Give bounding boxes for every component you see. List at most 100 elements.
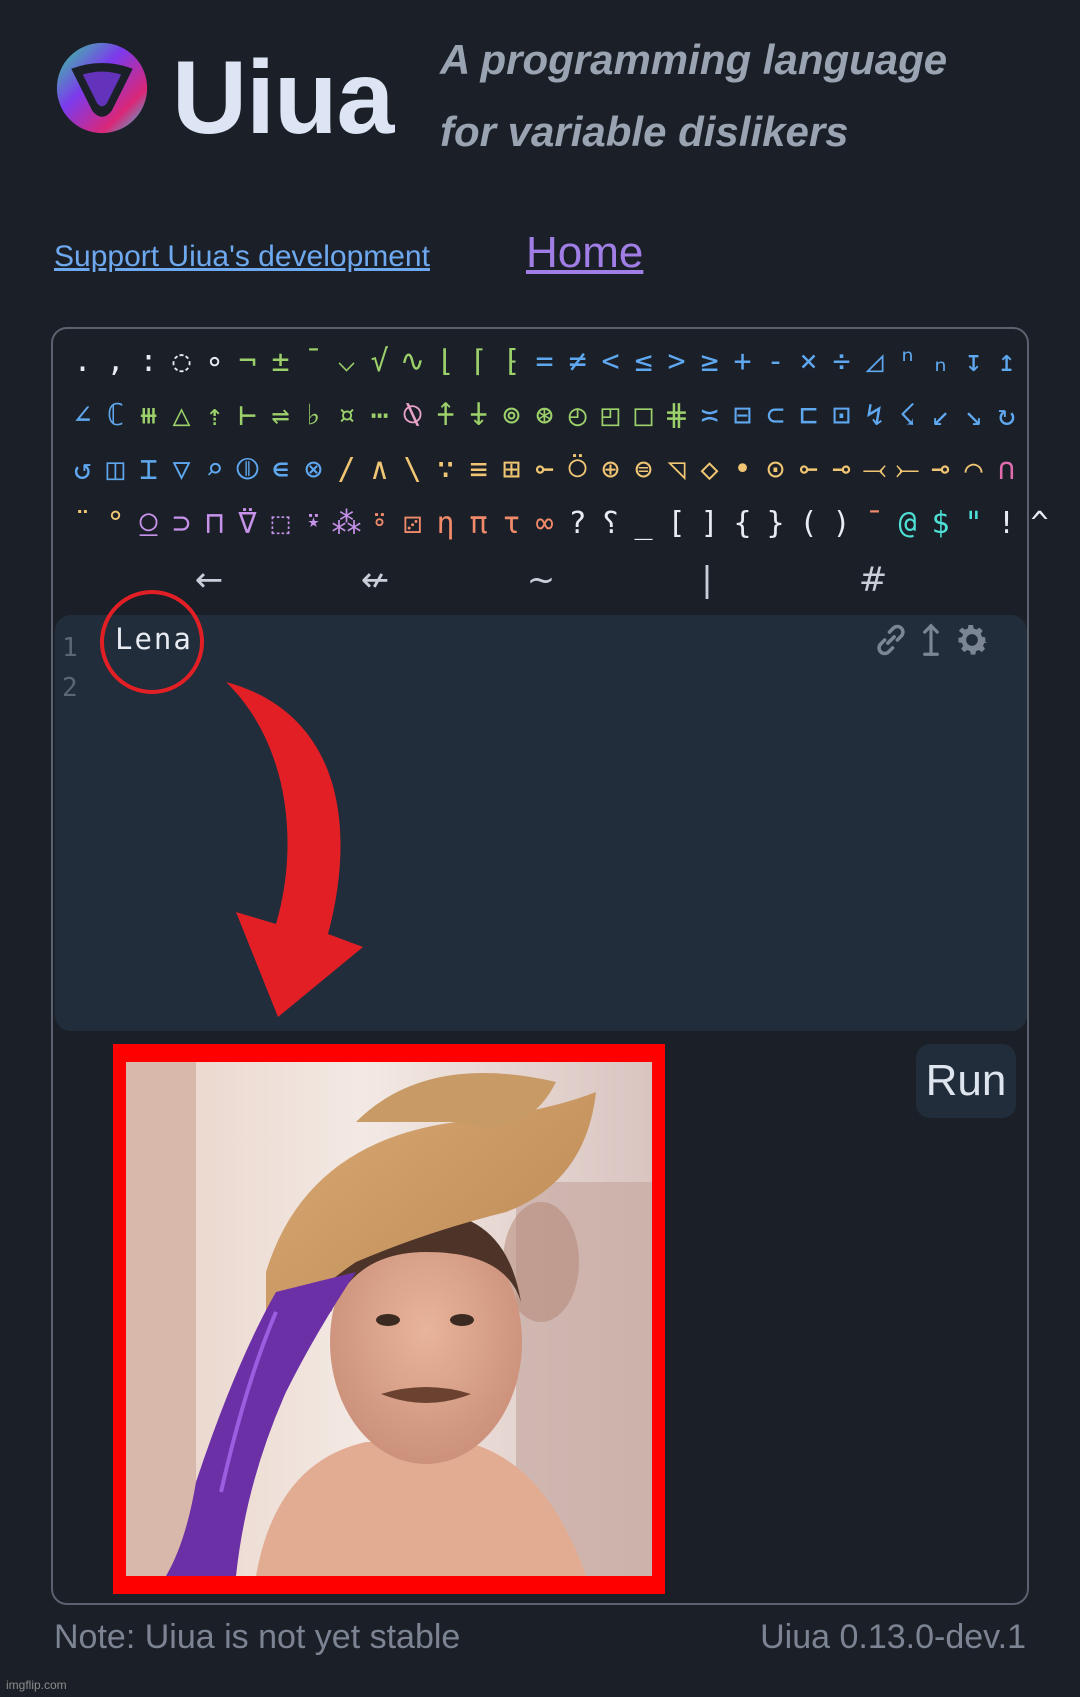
glyph-button[interactable]: τ [495, 504, 528, 544]
glyph-button[interactable]: ÷ [825, 342, 858, 382]
glyph-button[interactable]: ◇ [693, 450, 726, 490]
glyph-button[interactable]: ^ [1023, 504, 1056, 544]
glyph-button[interactable]: ⇡ [198, 396, 231, 436]
glyph-button[interactable]: ( [792, 504, 825, 544]
glyph-button[interactable]: ⊓ [198, 504, 231, 544]
glyph-button[interactable]: ∿ [396, 342, 429, 382]
glyph-button[interactable]: ¯ [297, 342, 330, 382]
run-button[interactable]: Run [916, 1044, 1016, 1118]
glyph-button[interactable]: ⌈ [462, 342, 495, 382]
glyph-button[interactable]: ⟜ [792, 450, 825, 490]
glyph-button[interactable]: ⬚ [264, 504, 297, 544]
glyph-button[interactable]: . [66, 342, 99, 382]
code-editor[interactable] [55, 615, 1027, 1031]
glyph-button[interactable]: ∘ [198, 342, 231, 382]
glyph-button[interactable]: ⌒ [957, 450, 990, 490]
glyph-button[interactable]: ⊛ [528, 396, 561, 436]
glyph-button[interactable]: ± [264, 342, 297, 382]
glyph-button[interactable]: ∠ [66, 396, 99, 436]
glyph-button[interactable]: ∩ [990, 450, 1023, 490]
glyph-button[interactable]: • [726, 450, 759, 490]
glyph-button[interactable]: ⊚ [495, 396, 528, 436]
glyph-button[interactable]: × [792, 342, 825, 382]
glyph-button[interactable]: $ [924, 504, 957, 544]
glyph-button[interactable]: ∞ [528, 504, 561, 544]
glyph-button[interactable]: - [759, 342, 792, 382]
glyph-button[interactable]: ) [825, 504, 858, 544]
glyph-button[interactable]: ⊸ [825, 450, 858, 490]
glyph-button[interactable]: ⤙ [858, 450, 891, 490]
glyph-button[interactable]: ¯ [858, 504, 891, 544]
glyph-button[interactable]: ∵ [429, 450, 462, 490]
glyph-button[interactable]: ⍉ [396, 396, 429, 436]
glyph-button[interactable]: ⊙ [759, 450, 792, 490]
glyph-button[interactable]: \ [396, 450, 429, 490]
glyph-button[interactable]: > [660, 342, 693, 382]
glyph-button[interactable]: ⍜ [132, 504, 165, 544]
glyph-button[interactable]: ⌶ [132, 450, 165, 490]
glyph-button[interactable]: ₙ [924, 342, 957, 382]
glyph-button[interactable]: = [528, 342, 561, 382]
glyph-button[interactable]: ▽ [165, 450, 198, 490]
glyph-button[interactable]: ⍣ [297, 504, 330, 544]
glyph-button[interactable]: ⧻ [132, 396, 165, 436]
support-link[interactable]: Support Uiua's development [54, 240, 430, 274]
gear-icon[interactable] [952, 620, 992, 660]
glyph-button[interactable]: ↘ [957, 396, 990, 436]
glyph-button[interactable]: ♭ [297, 396, 330, 436]
glyph-button[interactable]: ⍖ [462, 396, 495, 436]
glyph-button[interactable]: ≍ [693, 396, 726, 436]
glyph-button[interactable]: ↯ [858, 396, 891, 436]
glyph-button[interactable]: ↙ [924, 396, 957, 436]
glyph-button[interactable]: ] [693, 504, 726, 544]
glyph-button[interactable]: ◴ [561, 396, 594, 436]
glyph-button[interactable]: ⊢ [231, 396, 264, 436]
glyph-button[interactable]: ¨ [66, 504, 99, 544]
glyph-button[interactable]: ∊ [264, 450, 297, 490]
glyph-button[interactable]: : [132, 342, 165, 382]
glyph-button[interactable]: < [594, 342, 627, 382]
glyph-button[interactable]: ⍤ [363, 504, 396, 544]
glyph-button[interactable]: ↺ [66, 450, 99, 490]
glyph-button[interactable]: # [790, 560, 956, 600]
glyph-button[interactable]: ↥ [990, 342, 1023, 382]
glyph-button[interactable]: _ [627, 504, 660, 544]
glyph-button[interactable]: ⍢ [231, 504, 264, 544]
glyph-button[interactable]: ~ [458, 560, 624, 600]
glyph-button[interactable]: ⌕ [198, 450, 231, 490]
glyph-button[interactable]: / [330, 450, 363, 490]
glyph-button[interactable]: ↻ [990, 396, 1023, 436]
glyph-button[interactable]: ⌊ [429, 342, 462, 382]
glyph-button[interactable]: ⊸ [924, 450, 957, 490]
glyph-button[interactable]: ¬ [231, 342, 264, 382]
glyph-button[interactable]: ⊡ [825, 396, 858, 436]
home-link[interactable]: Home [526, 228, 643, 278]
glyph-button[interactable]: ◌ [165, 342, 198, 382]
glyph-button[interactable]: ⟜ [528, 450, 561, 490]
glyph-button[interactable]: ⁿ [891, 342, 924, 382]
glyph-button[interactable]: ◹ [660, 450, 693, 490]
glyph-button[interactable]: { [726, 504, 759, 544]
glyph-button[interactable]: } [759, 504, 792, 544]
glyph-button[interactable]: ⁂ [330, 504, 363, 544]
glyph-button[interactable]: ⊕ [594, 450, 627, 490]
glyph-button[interactable]: ↚ [292, 560, 458, 600]
glyph-button[interactable]: ⸮ [594, 504, 627, 544]
glyph-button[interactable]: ° [99, 504, 132, 544]
glyph-button[interactable]: ⊂ [759, 396, 792, 436]
glyph-button[interactable]: ⤚ [891, 450, 924, 490]
glyph-button[interactable]: ≥ [693, 342, 726, 382]
glyph-button[interactable]: ⊗ [297, 450, 330, 490]
glyph-button[interactable]: ≡ [462, 450, 495, 490]
glyph-button[interactable]: ◫ [99, 450, 132, 490]
glyph-button[interactable]: | [624, 560, 790, 600]
glyph-button[interactable]: @ [891, 504, 924, 544]
glyph-button[interactable]: ≤ [627, 342, 660, 382]
arrow-up-down-icon[interactable] [920, 621, 942, 659]
glyph-button[interactable]: ⦷ [231, 450, 264, 490]
glyph-button[interactable]: ◿ [858, 342, 891, 382]
glyph-button[interactable]: ? [561, 504, 594, 544]
glyph-button[interactable]: ⋯ [363, 396, 396, 436]
link-icon[interactable] [872, 621, 910, 659]
glyph-button[interactable]: " [957, 504, 990, 544]
